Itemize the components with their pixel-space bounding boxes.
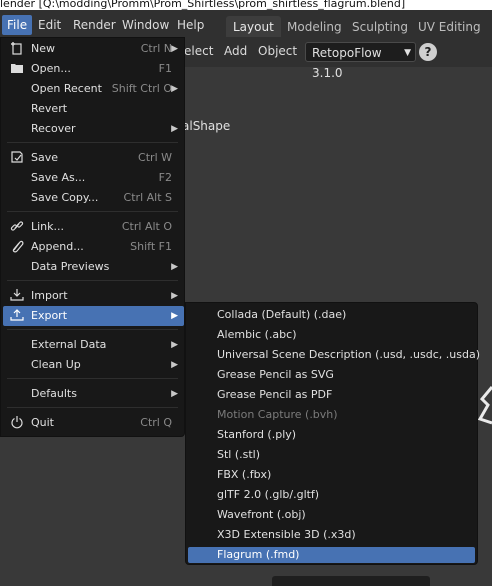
menu-item-external-data[interactable]: External Data ▶ (3, 335, 184, 355)
import-icon (9, 288, 25, 304)
link-icon (9, 219, 25, 235)
object-label: alShape (182, 119, 231, 133)
export-x3d[interactable]: X3D Extensible 3D (.x3d) (188, 527, 475, 543)
submenu-arrow-icon: ▶ (171, 44, 178, 54)
append-icon (9, 239, 25, 255)
menu-item-open[interactable]: Open... F1 (3, 59, 184, 79)
menu-item-open-recent[interactable]: Open Recent Shift Ctrl O ▶ (3, 79, 184, 99)
menu-edit[interactable]: Edit (33, 15, 66, 35)
menu-item-quit[interactable]: Quit Ctrl Q (3, 413, 184, 433)
menu-item-revert[interactable]: Revert (3, 99, 184, 119)
export-stl[interactable]: Stl (.stl) (188, 447, 475, 463)
mesh-edge-shape (478, 386, 492, 425)
menu-divider (7, 211, 178, 212)
submenu-arrow-icon: ▶ (171, 360, 178, 370)
bottom-panel-tab (272, 576, 430, 586)
retopoflow-dropdown[interactable]: RetopoFlow 3.1.0 ▼ (305, 42, 416, 80)
menu-item-save[interactable]: Save Ctrl W (3, 148, 184, 168)
menu-divider (7, 407, 178, 408)
submenu-arrow-icon: ▶ (171, 262, 178, 272)
submenu-arrow-icon: ▶ (171, 389, 178, 399)
export-grease-pencil-svg[interactable]: Grease Pencil as SVG (188, 367, 475, 383)
export-submenu: Collada (Default) (.dae) Alembic (.abc) … (185, 302, 480, 565)
add-menu[interactable]: Add (224, 44, 247, 58)
export-alembic[interactable]: Alembic (.abc) (188, 327, 475, 343)
folder-icon (9, 61, 25, 77)
export-gltf[interactable]: glTF 2.0 (.glb/.gltf) (188, 487, 475, 503)
tab-sculpting[interactable]: Sculpting (345, 16, 415, 38)
menu-item-clean-up[interactable]: Clean Up ▶ (3, 355, 184, 375)
new-file-icon (9, 41, 25, 57)
power-icon (9, 415, 25, 431)
export-motion-capture: Motion Capture (.bvh) (217, 408, 338, 421)
menu-item-import[interactable]: Import ▶ (3, 286, 184, 306)
tab-layout[interactable]: Layout (226, 16, 281, 38)
submenu-arrow-icon: ▶ (171, 84, 178, 94)
export-icon (9, 308, 25, 324)
menu-item-save-as[interactable]: Save As... F2 (3, 168, 184, 188)
menu-item-recover[interactable]: Recover ▶ (3, 119, 184, 139)
menu-render[interactable]: Render (68, 15, 121, 35)
menu-divider (7, 142, 178, 143)
top-bar: File Edit Render Window Help Layout Mode… (0, 10, 492, 38)
export-collada[interactable]: Collada (Default) (.dae) (188, 307, 475, 323)
menu-item-defaults[interactable]: Defaults ▶ (3, 384, 184, 404)
submenu-arrow-icon: ▶ (171, 124, 178, 134)
window-title: lender [Q:\modding\Promm\Prom_Shirtless\… (0, 0, 492, 10)
tab-modeling[interactable]: Modeling (280, 16, 349, 38)
menu-window[interactable]: Window (117, 15, 174, 35)
select-menu[interactable]: elect (184, 44, 213, 58)
menu-divider (7, 378, 178, 379)
export-fbx[interactable]: FBX (.fbx) (188, 467, 475, 483)
submenu-arrow-icon: ▶ (171, 340, 178, 350)
menu-help[interactable]: Help (172, 15, 209, 35)
menu-divider (7, 280, 178, 281)
help-icon[interactable]: ? (419, 43, 437, 61)
tab-uv-editing[interactable]: UV Editing (411, 16, 488, 38)
submenu-arrow-icon: ▶ (171, 311, 178, 321)
export-wavefront[interactable]: Wavefront (.obj) (188, 507, 475, 523)
menu-item-append[interactable]: Append... Shift F1 (3, 237, 184, 257)
export-usd[interactable]: Universal Scene Description (.usd, .usdc… (188, 347, 480, 363)
menu-item-new[interactable]: New Ctrl N ▶ (3, 39, 184, 59)
chevron-down-icon: ▼ (404, 48, 411, 58)
submenu-arrow-icon: ▶ (171, 291, 178, 301)
save-icon (9, 150, 25, 166)
export-grease-pencil-pdf[interactable]: Grease Pencil as PDF (188, 387, 475, 403)
menu-item-link[interactable]: Link... Ctrl Alt O (3, 217, 184, 237)
file-menu: New Ctrl N ▶ Open... F1 Open Recent Shif… (0, 37, 185, 437)
menu-item-data-previews[interactable]: Data Previews ▶ (3, 257, 184, 277)
export-flagrum[interactable]: Flagrum (.fmd) (188, 547, 475, 563)
menu-item-save-copy[interactable]: Save Copy... Ctrl Alt S (3, 188, 184, 208)
export-stanford[interactable]: Stanford (.ply) (188, 427, 475, 443)
menu-file[interactable]: File (2, 15, 33, 35)
menu-item-export[interactable]: Export ▶ (3, 306, 184, 326)
object-menu[interactable]: Object (258, 44, 297, 58)
menu-divider (7, 329, 178, 330)
